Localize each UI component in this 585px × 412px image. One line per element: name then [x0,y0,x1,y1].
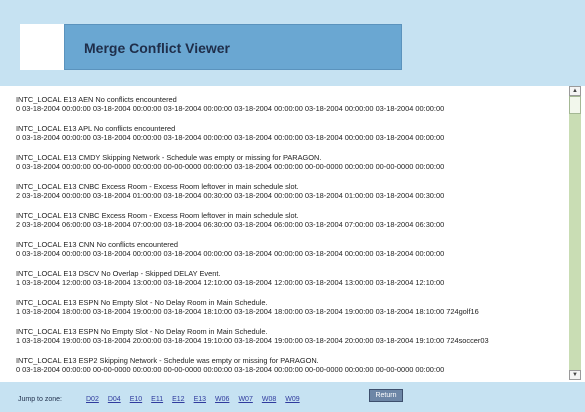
log-entry: INTC_LOCAL E13 CNBC Excess Room - Excess… [16,211,562,240]
log-entry-detail: 2 03-18-2004 00:00:00 03-18-2004 01:00:0… [16,191,445,200]
log-entry: INTC_LOCAL E13 ESP2 Skipping Network - S… [16,356,562,380]
jump-to-zone-label: Jump to zone: [18,396,62,403]
zone-link-e11[interactable]: E11 [151,396,163,403]
log-entry-summary: INTC_LOCAL E13 CNBC Excess Room - Excess… [16,182,299,191]
log-entry-summary: INTC_LOCAL E13 CNBC Excess Room - Excess… [16,211,299,220]
zone-link-w08[interactable]: W08 [262,396,276,403]
header-title-box: Merge Conflict Viewer [64,24,402,70]
log-entry: INTC_LOCAL E13 CMDY Skipping Network - S… [16,153,562,182]
log-entry-detail: 1 03-18-2004 12:00:00 03-18-2004 13:00:0… [16,278,445,287]
zone-link-e13[interactable]: E13 [194,396,206,403]
log-entry-detail: 0 03-18-2004 00:00:00 00-00-0000 00:00:0… [16,162,445,171]
log-entry-detail: 0 03-18-2004 00:00:00 00-00-0000 00:00:0… [16,365,445,374]
page-title: Merge Conflict Viewer [84,40,231,56]
log-entry-summary: INTC_LOCAL E13 ESPN No Empty Slot - No D… [16,327,268,336]
header-band: Merge Conflict Viewer [0,0,585,86]
log-entry-summary: INTC_LOCAL E13 APL No conflicts encounte… [16,124,176,133]
zone-link-w07[interactable]: W07 [238,396,252,403]
log-entry: INTC_LOCAL E13 DSCV No Overlap - Skipped… [16,269,562,298]
log-scrollbar[interactable]: ▲ ▼ [569,86,581,380]
log-entry: INTC_LOCAL E13 ESPN No Empty Slot - No D… [16,327,562,356]
log-entry-summary: INTC_LOCAL E13 CNN No conflicts encounte… [16,240,178,249]
arrow-down-icon[interactable]: ▼ [569,370,581,380]
log-entry: INTC_LOCAL E13 CNN No conflicts encounte… [16,240,562,269]
header-logo-area [20,24,64,70]
scrollbar-thumb[interactable] [569,96,581,114]
log-entry-summary: INTC_LOCAL E13 ESPN No Empty Slot - No D… [16,298,268,307]
log-entry-summary: INTC_LOCAL E13 DSCV No Overlap - Skipped… [16,269,221,278]
log-entry: INTC_LOCAL E13 ESPN No Empty Slot - No D… [16,298,562,327]
footer-band: Jump to zone: D02 D04 E10 E11 E12 E13 W0… [0,382,585,412]
log-entry: INTC_LOCAL E13 APL No conflicts encounte… [16,124,562,153]
log-entry-detail: 2 03-18-2004 06:00:00 03-18-2004 07:00:0… [16,220,445,229]
log-entry-detail: 0 03-18-2004 00:00:00 03-18-2004 00:00:0… [16,249,445,258]
zone-link-d02[interactable]: D02 [86,396,99,403]
log-entry-detail: 1 03-18-2004 18:00:00 03-18-2004 19:00:0… [16,307,479,316]
log-entry-summary: INTC_LOCAL E13 AEN No conflicts encounte… [16,95,177,104]
zone-link-w06[interactable]: W06 [215,396,229,403]
return-button[interactable]: Return [369,389,403,402]
log-entry: INTC_LOCAL E13 CNBC Excess Room - Excess… [16,182,562,211]
conflict-log-panel[interactable]: INTC_LOCAL E13 AEN No conflicts encounte… [12,86,570,380]
arrow-up-icon[interactable]: ▲ [569,86,581,96]
log-entry: INTC_LOCAL E13 AEN No conflicts encounte… [16,95,562,124]
zone-link-e12[interactable]: E12 [172,396,184,403]
log-entry-summary: INTC_LOCAL E13 ESP2 Skipping Network - S… [16,356,319,365]
zone-link-w09[interactable]: W09 [285,396,299,403]
log-entry-detail: 1 03-18-2004 19:00:00 03-18-2004 20:00:0… [16,336,489,345]
zone-links: D02 D04 E10 E11 E12 E13 W06 W07 W08 W09 [86,396,300,403]
conflict-log-list: INTC_LOCAL E13 AEN No conflicts encounte… [16,95,562,380]
zone-link-e10[interactable]: E10 [130,396,142,403]
log-entry-summary: INTC_LOCAL E13 CMDY Skipping Network - S… [16,153,322,162]
log-entry-detail: 0 03-18-2004 00:00:00 03-18-2004 00:00:0… [16,133,445,142]
zone-link-d04[interactable]: D04 [108,396,121,403]
log-entry-detail: 0 03-18-2004 00:00:00 03-18-2004 00:00:0… [16,104,445,113]
merge-conflict-viewer-page: Merge Conflict Viewer INTC_LOCAL E13 AEN… [0,0,585,412]
